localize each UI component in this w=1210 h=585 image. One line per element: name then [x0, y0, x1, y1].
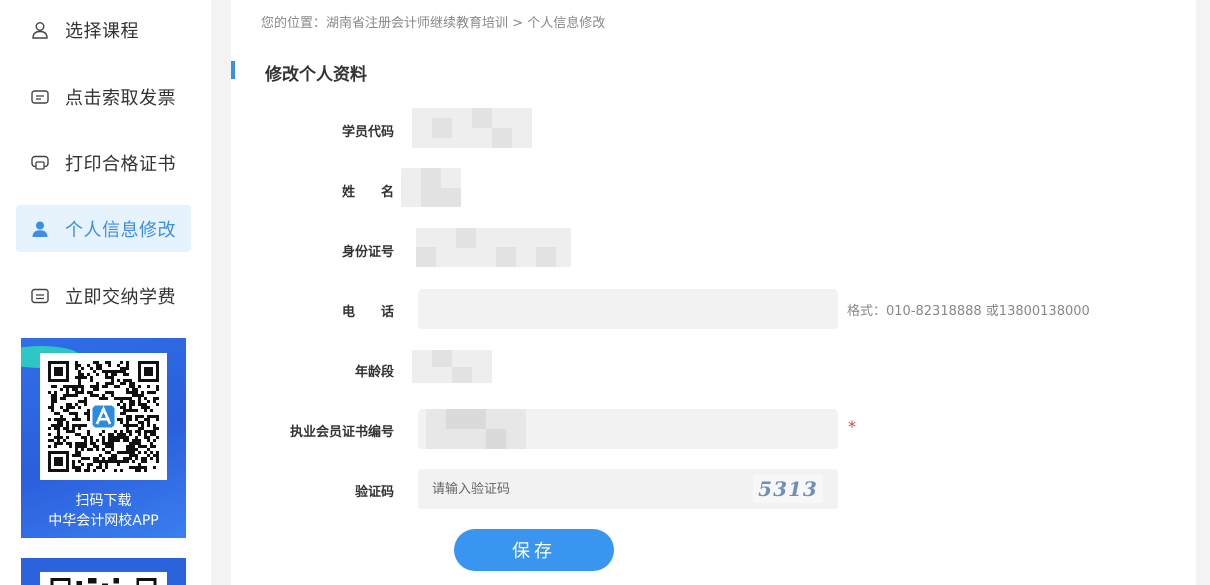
age-group-label: 年龄段 [354, 365, 394, 380]
breadcrumb-current: 个人信息修改 [527, 16, 606, 31]
sidebar-item-label: 立即交纳学费 [65, 286, 176, 308]
captcha-label: 验证码 [354, 485, 394, 500]
breadcrumb: 您的位置：湖南省注册会计师继续教育培训 > 个人信息修改 [261, 12, 605, 31]
sidebar-item-label: 个人信息修改 [65, 219, 176, 241]
sidebar-item-label: 打印合格证书 [65, 153, 176, 175]
promo-caption-line2: 中华会计网校APP [48, 513, 159, 529]
breadcrumb-link[interactable]: 湖南省注册会计师继续教育培训 [326, 16, 508, 31]
phone-input[interactable] [418, 289, 838, 329]
student-code-label: 学员代码 [341, 125, 394, 140]
user-icon [30, 20, 50, 40]
cert-number-input[interactable] [418, 409, 838, 449]
age-group-value-redacted [412, 350, 492, 383]
sidebar-item-print-certificate[interactable]: 打印合格证书 [16, 139, 191, 186]
name-value-redacted [401, 168, 461, 207]
id-number-label: 身份证号 [341, 245, 394, 260]
phone-format-hint: 格式：010-82318888 或13800138000 [847, 304, 1090, 319]
page-title: 修改个人资料 [265, 65, 367, 85]
promo-caption-line1: 扫码下载 [75, 493, 132, 509]
save-button[interactable]: 保存 [454, 529, 614, 571]
student-code-value-redacted [412, 108, 532, 148]
secondary-banner[interactable] [21, 558, 186, 585]
captcha-image[interactable]: 5313 [753, 475, 823, 503]
user-icon [30, 219, 50, 239]
id-number-value-redacted [416, 228, 571, 267]
sidebar-item-label: 点击索取发票 [65, 87, 176, 109]
sidebar-item-invoice[interactable]: 点击索取发票 [16, 73, 191, 120]
invoice-icon [30, 87, 50, 107]
name-label: 姓 名 [341, 185, 394, 200]
cert-number-label: 执业会员证书编号 [289, 425, 394, 440]
sidebar-item-profile-edit[interactable]: 个人信息修改 [16, 205, 191, 252]
cert-number-value-redacted [426, 409, 526, 449]
app-download-banner[interactable]: 扫码下载 中华会计网校APP [21, 338, 186, 538]
sidebar: 选择课程 点击索取发票 打印合格证书 个人信息修改 立即交纳学费 扫码下载 中华… [0, 0, 211, 585]
breadcrumb-prefix: 您的位置： [261, 16, 327, 31]
sidebar-item-select-course[interactable]: 选择课程 [16, 6, 191, 53]
breadcrumb-separator: > [508, 16, 528, 31]
title-accent-bar [231, 61, 235, 79]
qr-code [40, 572, 167, 585]
phone-label: 电 话 [341, 305, 394, 320]
qr-code [40, 353, 167, 480]
sidebar-item-label: 选择课程 [65, 20, 139, 42]
main-panel: 您的位置：湖南省注册会计师继续教育培训 > 个人信息修改 修改个人资料 学员代码… [231, 0, 1196, 585]
sidebar-item-pay-tuition[interactable]: 立即交纳学费 [16, 272, 191, 319]
certificate-icon [30, 153, 50, 173]
required-mark: * [848, 417, 856, 436]
payment-icon [30, 286, 50, 306]
